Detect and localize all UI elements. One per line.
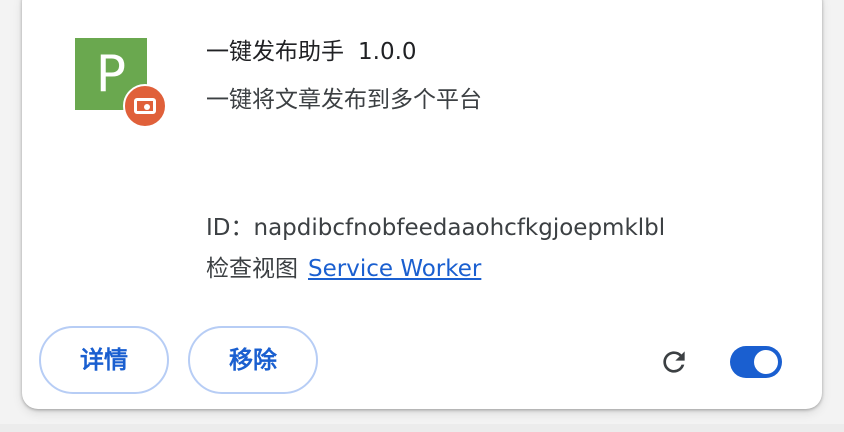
extension-card: P 一键发布助手 1.0.0 一键将文章发布到多个平台 ID：napdibcfno… (22, 0, 822, 409)
enable-toggle[interactable] (730, 346, 782, 378)
next-card-edge (0, 424, 844, 432)
extension-version: 1.0.0 (358, 39, 417, 65)
extension-description: 一键将文章发布到多个平台 (206, 87, 482, 113)
remove-button[interactable]: 移除 (188, 326, 318, 394)
extension-title: 一键发布助手 1.0.0 (206, 32, 417, 66)
service-worker-link[interactable]: Service Worker (308, 256, 481, 282)
unpacked-badge-icon (123, 84, 167, 128)
toggle-knob (754, 350, 778, 374)
extension-id-value: napdibcfnobfeedaaohcfkgjoepmklbl (253, 215, 666, 241)
extension-name: 一键发布助手 (206, 39, 344, 65)
inspect-views: 检查视图 Service Worker (206, 249, 481, 283)
extension-id: ID：napdibcfnobfeedaaohcfkgjoepmklbl (206, 208, 665, 242)
extension-id-label: ID： (206, 215, 254, 241)
reload-icon[interactable] (658, 346, 690, 378)
inspect-views-label: 检查视图 (206, 256, 298, 282)
details-button[interactable]: 详情 (39, 326, 169, 394)
